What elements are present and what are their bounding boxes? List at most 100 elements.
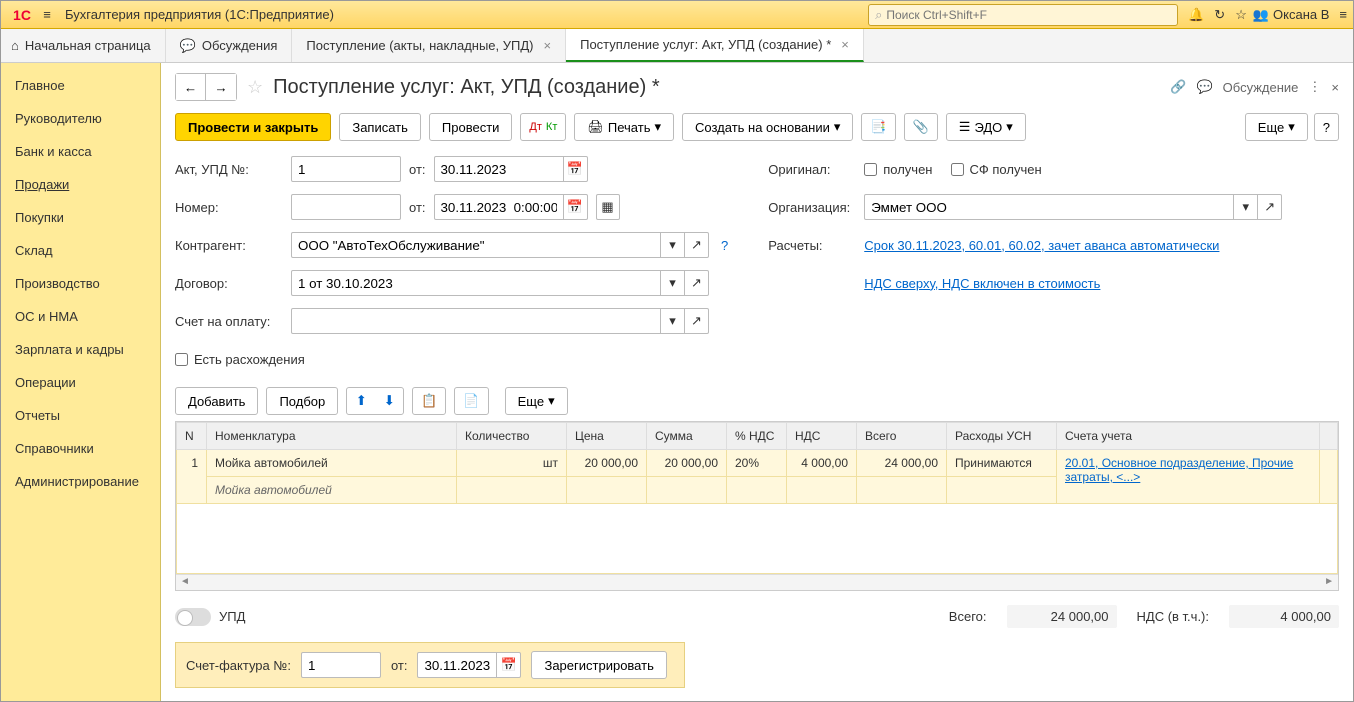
- user-menu[interactable]: 👥 Оксана В: [1253, 7, 1330, 23]
- dropdown-icon[interactable]: ▾: [661, 232, 685, 258]
- sidebar-item-warehouse[interactable]: Склад: [1, 234, 160, 267]
- calendar-icon[interactable]: 📅: [564, 194, 588, 220]
- more-button[interactable]: Еще ▾: [1245, 113, 1308, 141]
- create-based-button[interactable]: Создать на основании ▾: [682, 113, 853, 141]
- copy-button[interactable]: 📋: [412, 387, 446, 415]
- sf-received-checkbox[interactable]: [951, 163, 964, 176]
- vat-link[interactable]: НДС сверху, НДС включен в стоимость: [864, 276, 1100, 291]
- number-input[interactable]: [291, 194, 401, 220]
- nav-forward-button[interactable]: →: [206, 74, 236, 100]
- open-icon[interactable]: ↗: [685, 232, 709, 258]
- table-row[interactable]: 1 Мойка автомобилей шт 20 000,00 20 000,…: [177, 450, 1338, 477]
- sidebar-item-catalogs[interactable]: Справочники: [1, 432, 160, 465]
- table-more-button[interactable]: Еще ▾: [505, 387, 568, 415]
- col-qty[interactable]: Количество: [457, 423, 567, 450]
- open-icon[interactable]: ↗: [1258, 194, 1282, 220]
- tab-receipts[interactable]: Поступление (акты, накладные, УПД) ×: [292, 29, 566, 62]
- edo-button[interactable]: ☰ЭДО ▾: [946, 113, 1026, 141]
- move-down-button[interactable]: ⬇: [377, 390, 401, 412]
- sidebar-item-assets[interactable]: ОС и НМА: [1, 300, 160, 333]
- sidebar-item-purchases[interactable]: Покупки: [1, 201, 160, 234]
- dt-kt-button[interactable]: ДтКт: [520, 113, 566, 141]
- col-vat-pct[interactable]: % НДС: [727, 423, 787, 450]
- related-docs-button[interactable]: 📑: [861, 113, 895, 141]
- sidebar-item-sales[interactable]: Продажи: [1, 168, 160, 201]
- sidebar-item-main[interactable]: Главное: [1, 69, 160, 102]
- post-button[interactable]: Провести: [429, 113, 513, 141]
- act-date-input[interactable]: [434, 156, 564, 182]
- discrepancies-checkbox[interactable]: [175, 353, 188, 366]
- attach-button[interactable]: 📎: [904, 113, 938, 141]
- link-icon[interactable]: 🔗: [1170, 79, 1186, 95]
- post-and-close-button[interactable]: Провести и закрыть: [175, 113, 331, 141]
- dropdown-icon[interactable]: ▾: [661, 308, 685, 334]
- accounts-link[interactable]: 20.01, Основное подразделение, Прочие за…: [1065, 456, 1293, 484]
- contractor-input[interactable]: [291, 232, 661, 258]
- open-icon[interactable]: ↗: [685, 308, 709, 334]
- hamburger-icon[interactable]: ≡: [37, 7, 57, 22]
- print-button[interactable]: 🖨Печать ▾: [574, 113, 674, 141]
- add-row-button[interactable]: Добавить: [175, 387, 258, 415]
- more-icon[interactable]: ⋮: [1308, 79, 1321, 95]
- dropdown-icon[interactable]: ▾: [661, 270, 685, 296]
- app-title: Бухгалтерия предприятия (1С:Предприятие): [65, 7, 334, 22]
- schedule-icon[interactable]: ▦: [596, 194, 620, 220]
- select-button[interactable]: Подбор: [266, 387, 338, 415]
- tab-receipt-services[interactable]: Поступление услуг: Акт, УПД (создание) *…: [566, 29, 864, 62]
- sidebar-item-operations[interactable]: Операции: [1, 366, 160, 399]
- invoice-label: Счет-фактура №:: [186, 658, 291, 673]
- window-icon[interactable]: ≡: [1339, 7, 1347, 22]
- table-scrollbar[interactable]: [176, 574, 1338, 590]
- col-accounts[interactable]: Счета учета: [1057, 423, 1320, 450]
- close-page-icon[interactable]: ×: [1331, 80, 1339, 95]
- star-icon[interactable]: ☆: [1235, 7, 1247, 23]
- invoice-date-input[interactable]: [417, 652, 497, 678]
- contract-input[interactable]: [291, 270, 661, 296]
- bell-icon[interactable]: 🔔: [1188, 7, 1204, 23]
- discussion-icon[interactable]: 💬: [1196, 79, 1212, 95]
- received-checkbox[interactable]: [864, 163, 877, 176]
- dropdown-icon[interactable]: ▾: [1234, 194, 1258, 220]
- help-button[interactable]: ?: [1314, 113, 1339, 141]
- number-date-input[interactable]: [434, 194, 564, 220]
- org-input[interactable]: [864, 194, 1234, 220]
- nav-back-button[interactable]: ←: [176, 74, 206, 100]
- save-button[interactable]: Записать: [339, 113, 421, 141]
- sidebar-item-reports[interactable]: Отчеты: [1, 399, 160, 432]
- calc-link[interactable]: Срок 30.11.2023, 60.01, 60.02, зачет ава…: [864, 238, 1219, 253]
- act-num-input[interactable]: [291, 156, 401, 182]
- close-icon[interactable]: ×: [841, 37, 849, 52]
- close-icon[interactable]: ×: [544, 38, 552, 53]
- col-total[interactable]: Всего: [857, 423, 947, 450]
- sidebar-item-hr[interactable]: Зарплата и кадры: [1, 333, 160, 366]
- tab-discussions[interactable]: 💬 Обсуждения: [166, 29, 293, 62]
- payment-input[interactable]: [291, 308, 661, 334]
- col-n[interactable]: N: [177, 423, 207, 450]
- open-icon[interactable]: ↗: [685, 270, 709, 296]
- history-icon[interactable]: ↻: [1214, 7, 1225, 23]
- discussion-label[interactable]: Обсуждение: [1223, 80, 1299, 95]
- invoice-no-input[interactable]: [301, 652, 381, 678]
- sidebar-item-production[interactable]: Производство: [1, 267, 160, 300]
- user-icon: 👥: [1253, 7, 1269, 23]
- upd-toggle[interactable]: [175, 608, 211, 626]
- register-button[interactable]: Зарегистрировать: [531, 651, 666, 679]
- search-input[interactable]: [886, 8, 1171, 22]
- move-up-button[interactable]: ⬆: [349, 390, 373, 412]
- calendar-icon[interactable]: 📅: [564, 156, 588, 182]
- help-icon[interactable]: ?: [721, 238, 728, 253]
- from-label-2: от:: [409, 200, 426, 215]
- tab-home[interactable]: ⌂ Начальная страница: [1, 29, 166, 62]
- sidebar-item-bank[interactable]: Банк и касса: [1, 135, 160, 168]
- col-vat[interactable]: НДС: [787, 423, 857, 450]
- sidebar-item-admin[interactable]: Администрирование: [1, 465, 160, 498]
- col-price[interactable]: Цена: [567, 423, 647, 450]
- favorite-icon[interactable]: ☆: [247, 77, 263, 98]
- col-sum[interactable]: Сумма: [647, 423, 727, 450]
- col-nom[interactable]: Номенклатура: [207, 423, 457, 450]
- calendar-icon[interactable]: 📅: [497, 652, 521, 678]
- global-search[interactable]: ⌕: [868, 4, 1178, 26]
- col-usn[interactable]: Расходы УСН: [947, 423, 1057, 450]
- sidebar-item-manager[interactable]: Руководителю: [1, 102, 160, 135]
- paste-button[interactable]: 📄: [454, 387, 488, 415]
